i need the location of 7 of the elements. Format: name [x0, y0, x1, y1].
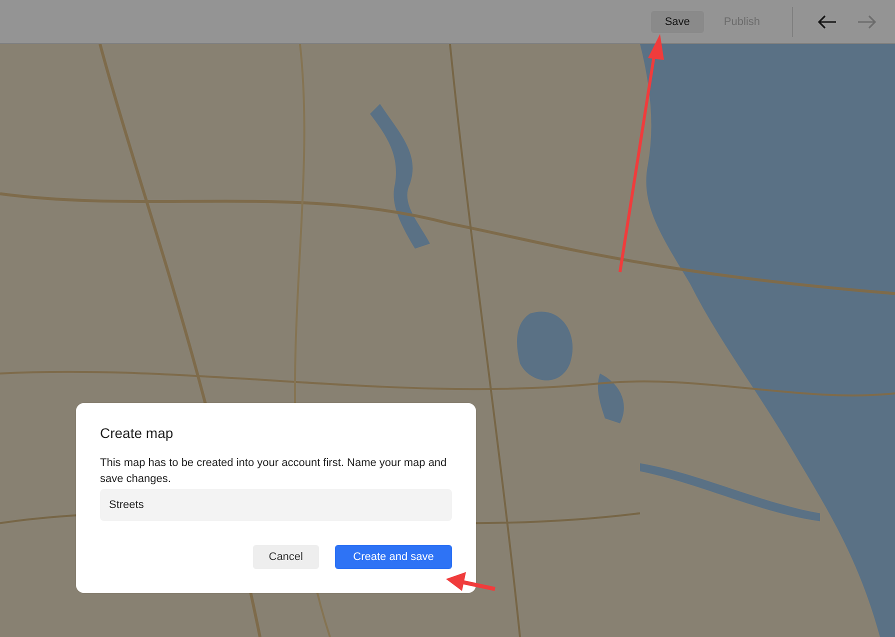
create-and-save-button[interactable]: Create and save [335, 545, 452, 569]
save-button[interactable]: Save [650, 10, 704, 32]
dialog-message: This map has to be created into your account first. Name your map and save changes. [100, 456, 448, 487]
map-name-field[interactable]: Streets [100, 489, 452, 521]
dialog-title: Create map [100, 425, 174, 441]
annotation-arrow [446, 572, 496, 591]
cancel-button[interactable]: Cancel [252, 545, 319, 569]
